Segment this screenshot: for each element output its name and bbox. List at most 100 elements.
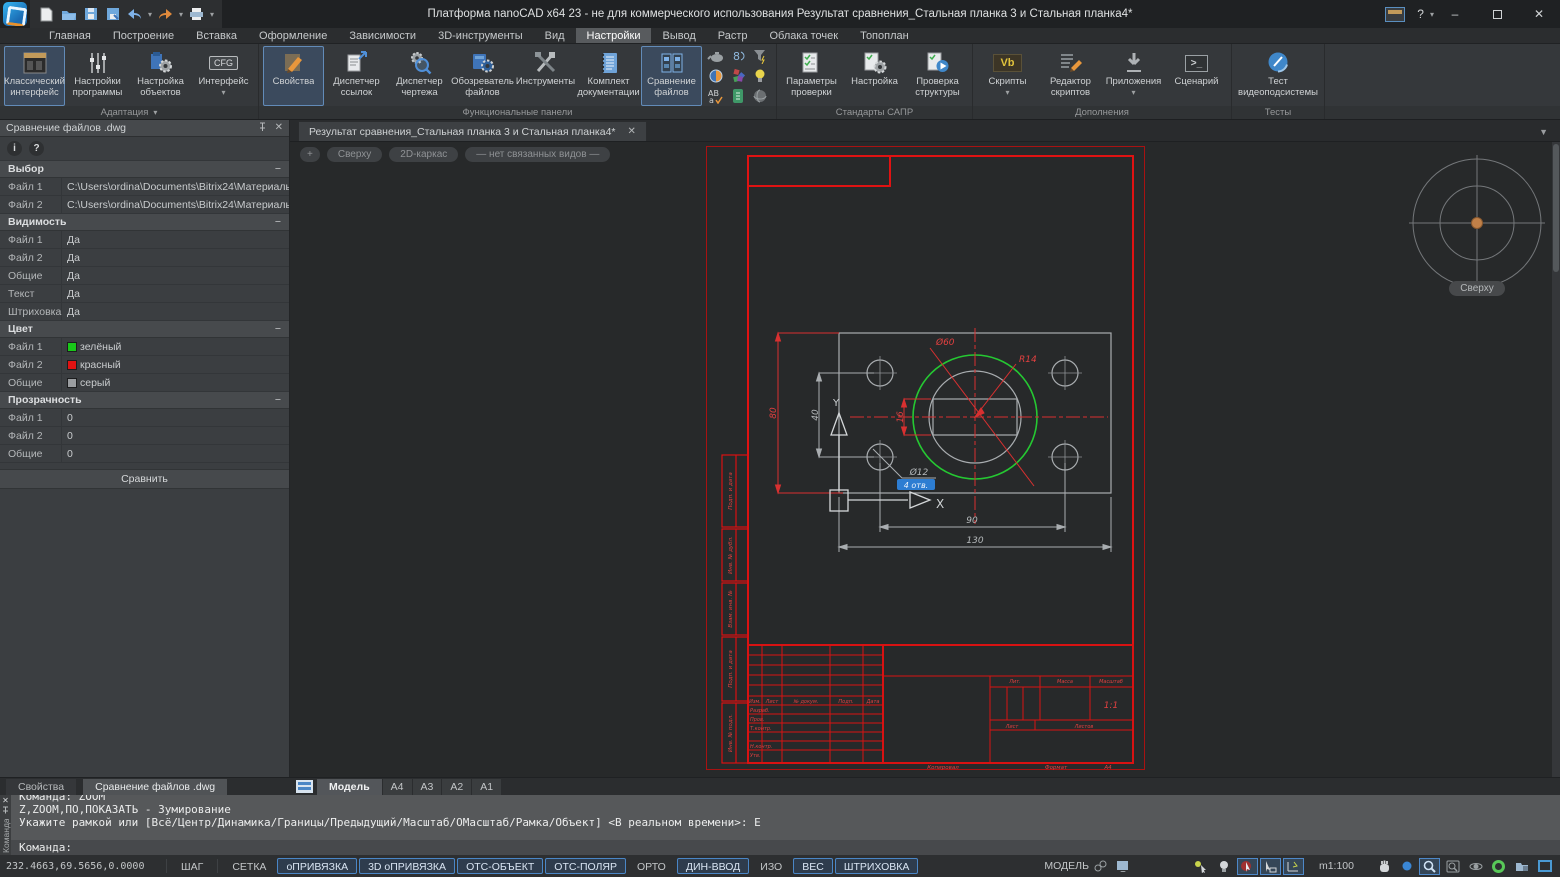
selection-cycling-icon[interactable] (1237, 858, 1258, 875)
pin-command-icon[interactable] (2, 806, 9, 816)
tab-vyvod[interactable]: Вывод (651, 28, 706, 43)
redo-icon[interactable] (157, 6, 174, 23)
applications-button[interactable]: Приложения ▾ (1103, 46, 1164, 106)
viewport-linked-views-pill[interactable]: — нет связанных видов — (465, 147, 610, 162)
dynamic-ucs-icon[interactable] (1283, 858, 1304, 875)
maximize-button[interactable] (1476, 0, 1518, 28)
tab-file-compare-panel[interactable]: Сравнение файлов .dwg (83, 779, 227, 795)
save-as-icon[interactable] (104, 6, 121, 23)
palette-icon[interactable] (727, 66, 749, 86)
tab-oformlenie[interactable]: Оформление (248, 28, 338, 43)
scripts-button[interactable]: Vb Скрипты ▾ (977, 46, 1038, 106)
viewport-visual-style-pill[interactable]: 2D-каркас (389, 147, 458, 162)
undo-caret-icon[interactable]: ▾ (148, 10, 152, 19)
current-scale[interactable]: m1:100 (1319, 860, 1354, 872)
compass-orientation-pill[interactable]: Сверху (1449, 281, 1505, 296)
locked-folder-icon[interactable] (1511, 858, 1532, 875)
tab-zavisimosti[interactable]: Зависимости (338, 28, 427, 43)
collapse-icon[interactable]: − (275, 323, 281, 335)
qat-options-caret-icon[interactable]: ▾ (210, 10, 214, 19)
toggle-dynamic-input[interactable]: ДИН-ВВОД (677, 858, 749, 874)
space-indicator[interactable]: МОДЕЛЬ (1044, 860, 1089, 872)
object-settings-button[interactable]: Настройка объектов (130, 46, 191, 106)
annovisibility-bulb-icon[interactable] (1214, 858, 1235, 875)
toggle-ortho[interactable]: ОРТО (628, 858, 675, 874)
fullscreen-icon[interactable] (1534, 858, 1555, 875)
toggle-hatch[interactable]: ШТРИХОВКА (835, 858, 919, 874)
drawing-viewport[interactable]: + Сверху 2D-каркас — нет связанных видов… (290, 142, 1560, 777)
tab-properties-panel[interactable]: Свойства (6, 779, 76, 795)
render-ring-icon[interactable] (1488, 858, 1509, 875)
annoscale-cursor-icon[interactable] (1191, 858, 1212, 875)
viewport-orientation-pill[interactable]: Сверху (327, 147, 382, 162)
selected-text-highlight[interactable]: 4 отв. (897, 479, 935, 490)
zoom-window-icon[interactable] (1419, 858, 1440, 875)
light-bulb-icon[interactable] (749, 66, 771, 86)
tab-glavnaya[interactable]: Главная (38, 28, 102, 43)
video-test-button[interactable]: Тест видеоподсистемы (1236, 46, 1320, 106)
tab-topoplan[interactable]: Топоплан (849, 28, 920, 43)
toggle-lineweight[interactable]: ВЕС (793, 858, 833, 874)
tab-nastroyki[interactable]: Настройки (576, 28, 652, 43)
help-icon[interactable]: ? (29, 141, 44, 156)
compare-button[interactable]: Сравнить (0, 469, 289, 489)
check-params-button[interactable]: Параметры проверки (781, 46, 842, 106)
collapse-icon[interactable]: − (275, 163, 281, 175)
collapse-icon[interactable]: − (275, 394, 281, 406)
scenario-button[interactable]: >_ Сценарий (1166, 46, 1227, 106)
selection-preview-icon[interactable] (1260, 858, 1281, 875)
document-tab[interactable]: Результат сравнения_Стальная планка 3 и … (298, 121, 647, 141)
interface-button[interactable]: CFG Интерфейс ▾ (193, 46, 254, 106)
close-document-icon[interactable]: ✕ (628, 126, 636, 137)
drawing-manager-button[interactable]: Диспетчер чертежа (389, 46, 450, 106)
close-button[interactable]: ✕ (1518, 0, 1560, 28)
view-compass[interactable] (1409, 155, 1545, 291)
undo-icon[interactable] (126, 6, 143, 23)
standards-settings-button[interactable]: Настройка (844, 46, 905, 106)
render-teapot-icon[interactable] (705, 46, 727, 66)
toggle-iso[interactable]: ИЗО (751, 858, 791, 874)
tab-3d-instrumenty[interactable]: 3D-инструменты (427, 28, 534, 43)
draw-order-icon[interactable]: 8 (727, 46, 749, 66)
zoom-extents-icon[interactable] (1442, 858, 1463, 875)
file-compare-button[interactable]: Сравнение файлов (641, 46, 702, 106)
standards-doc-icon[interactable] (727, 86, 749, 106)
toggle-osnap[interactable]: оПРИВЯЗКА (277, 858, 357, 874)
toggle-grid[interactable]: СЕТКА (223, 858, 275, 874)
file1-path-value[interactable]: C:\Users\ordina\Documents\Bitrix24\Матер… (62, 178, 289, 195)
link-manager-button[interactable]: Диспетчер ссылок (326, 46, 387, 106)
documentation-kit-button[interactable]: Комплект документации (578, 46, 639, 106)
toggle-otrack-polar[interactable]: ОТС-ПОЛЯР (545, 858, 626, 874)
file2-path-value[interactable]: C:\Users\ordina\Documents\Bitrix24\Матер… (62, 196, 289, 213)
tab-postroenie[interactable]: Построение (102, 28, 185, 43)
pan-hand-icon[interactable] (1373, 858, 1394, 875)
minimize-button[interactable]: – (1434, 0, 1476, 28)
tab-list-chevron-icon[interactable]: ▼ (1539, 127, 1548, 141)
tab-vid[interactable]: Вид (534, 28, 576, 43)
script-editor-button[interactable]: Редактор скриптов (1040, 46, 1101, 106)
nanocad-logo-icon[interactable] (3, 2, 27, 26)
redo-caret-icon[interactable]: ▾ (179, 10, 183, 19)
tab-sheet-a1[interactable]: А1 (472, 779, 502, 795)
toggle-otrack-object[interactable]: ОТС-ОБЪЕКТ (457, 858, 543, 874)
ribbon-options-icon[interactable] (1385, 7, 1405, 22)
info-icon[interactable]: i (7, 141, 22, 156)
open-folder-icon[interactable] (60, 6, 77, 23)
scrollbar-thumb[interactable] (1553, 144, 1559, 272)
file-explorer-button[interactable]: Обозреватель файлов (452, 46, 513, 106)
layout-manager-icon[interactable] (296, 780, 313, 793)
render-sphere-icon[interactable] (749, 86, 771, 106)
pin-icon[interactable] (258, 122, 267, 135)
geo-globe-icon[interactable] (705, 66, 727, 86)
tab-vstavka[interactable]: Вставка (185, 28, 248, 43)
tab-sheet-a4[interactable]: А4 (383, 779, 413, 795)
zoom-dot-icon[interactable] (1396, 858, 1417, 875)
plot-icon[interactable] (188, 6, 205, 23)
spellcheck-icon[interactable]: АВа (705, 86, 727, 106)
tab-model-space[interactable]: Модель (317, 779, 383, 795)
save-icon[interactable] (82, 6, 99, 23)
orbit-icon[interactable] (1465, 858, 1486, 875)
program-settings-button[interactable]: Настройки программы (67, 46, 128, 106)
help-button[interactable]: ? (1411, 7, 1430, 21)
properties-button[interactable]: Свойства (263, 46, 324, 106)
